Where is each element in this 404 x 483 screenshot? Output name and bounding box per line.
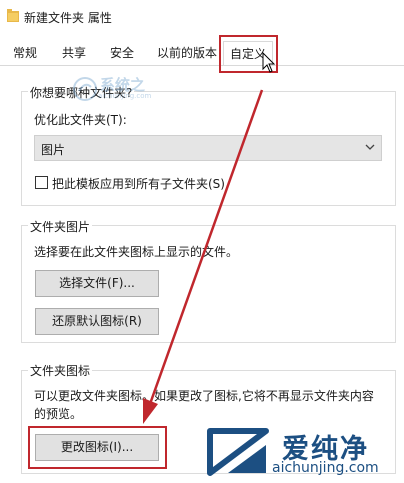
tab-previous-versions[interactable]: 以前的版本 [157, 44, 217, 61]
folder-icon-legend: 文件夹图标 [28, 362, 93, 379]
logo-url-text: aichunjing.com [272, 460, 379, 476]
folder-icon-description-line1: 可以更改文件夹图标。如果更改了图标,它将不再显示文件夹内容 [34, 389, 374, 403]
tab-customize[interactable]: 自定义 [223, 41, 273, 66]
optimize-select[interactable]: 图片 [34, 135, 382, 161]
choose-file-button[interactable]: 选择文件(F)... [35, 270, 159, 297]
chevron-down-icon [365, 144, 375, 150]
change-icon-button[interactable]: 更改图标(I)... [35, 434, 159, 461]
tab-general[interactable]: 常规 [13, 44, 37, 61]
optimize-group-legend: 你想要哪种文件夹? [28, 84, 135, 101]
tab-sharing[interactable]: 共享 [62, 44, 86, 61]
folder-picture-description: 选择要在此文件夹图标上显示的文件。 [34, 245, 239, 259]
logo-mark-icon [207, 428, 269, 476]
bottom-logo: 爱纯净 aichunjing.com [206, 425, 402, 481]
folder-icon [7, 9, 19, 22]
folder-icon-description-line2: 的预览。 [34, 407, 83, 421]
apply-subfolders-checkbox[interactable] [35, 176, 48, 189]
window-title: 新建文件夹 属性 [24, 11, 112, 25]
tab-customize-label: 自定义 [230, 47, 267, 61]
folder-picture-legend: 文件夹图片 [28, 218, 93, 235]
restore-default-button[interactable]: 还原默认图标(R) [35, 308, 159, 335]
optimize-select-value: 图片 [41, 143, 66, 157]
apply-subfolders-label: 把此模板应用到所有子文件夹(S) [52, 177, 225, 191]
optimize-label: 优化此文件夹(T): [34, 113, 127, 127]
tab-security[interactable]: 安全 [110, 44, 134, 61]
title-bar: 新建文件夹 属性 [0, 0, 404, 34]
